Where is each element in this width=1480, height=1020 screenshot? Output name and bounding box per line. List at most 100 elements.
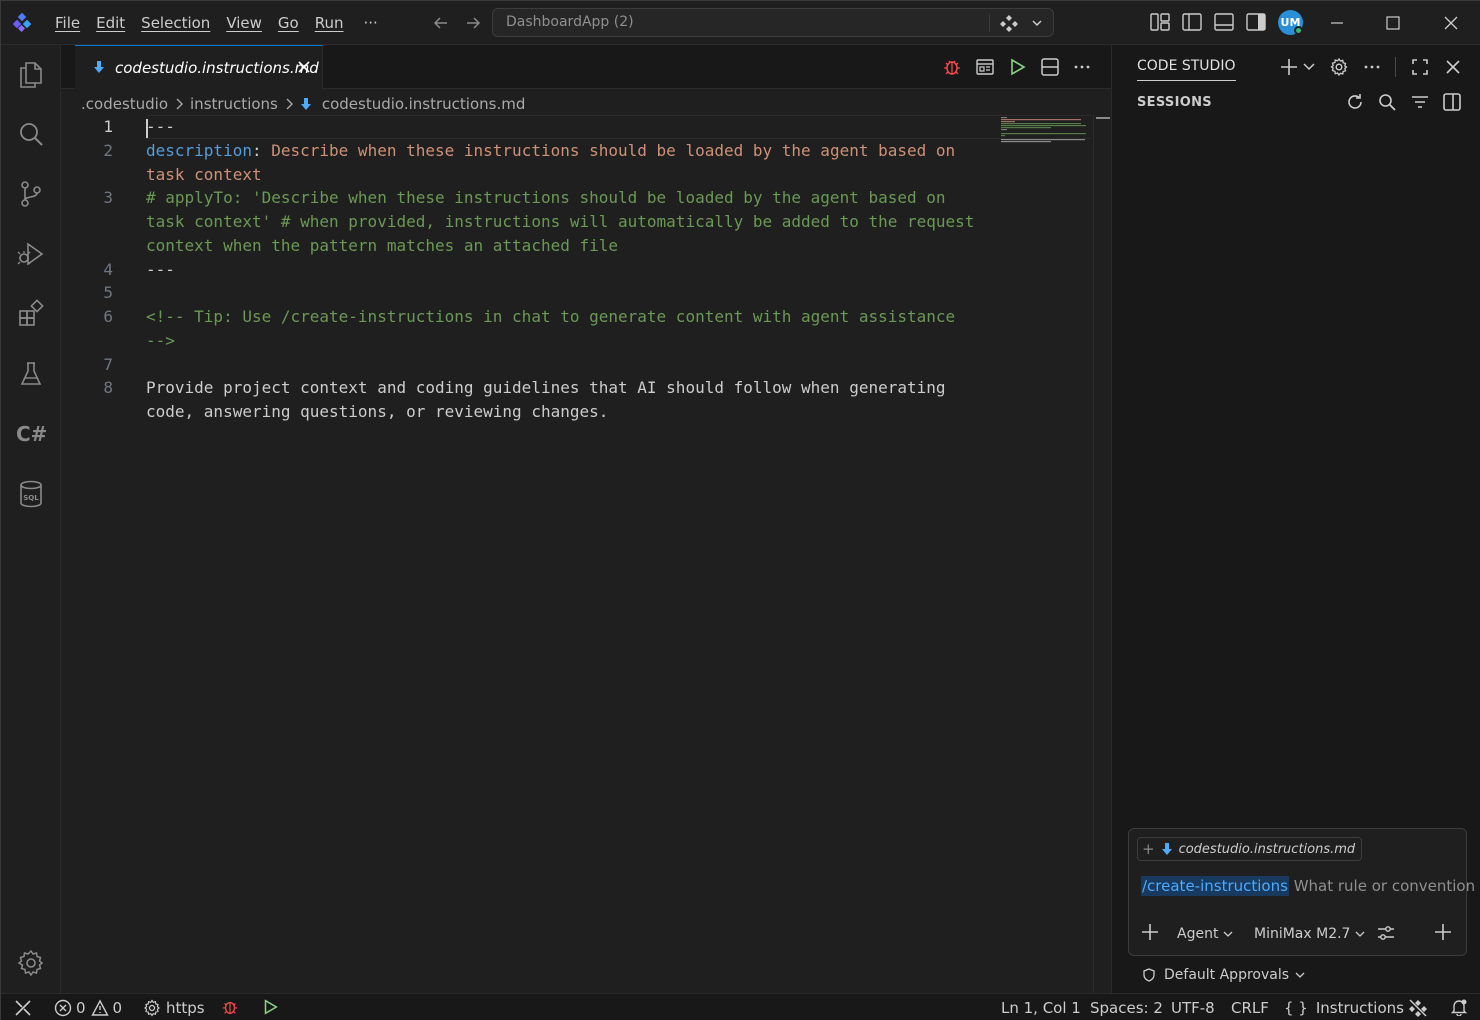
new-chat-plus-icon[interactable] bbox=[1434, 923, 1452, 941]
panel-toolbar-divider bbox=[1395, 57, 1396, 77]
notifications-bell-icon[interactable] bbox=[1450, 998, 1468, 1016]
chat-input[interactable]: /create-instructions What rule or conven… bbox=[1141, 876, 1475, 896]
approvals-label: Default Approvals bbox=[1164, 967, 1290, 983]
activity-bar: C# SQL bbox=[1, 45, 61, 993]
testing-flask-icon[interactable] bbox=[16, 359, 46, 389]
menu-selection[interactable]: Selection bbox=[133, 8, 218, 38]
menu-edit[interactable]: Edit bbox=[88, 8, 133, 38]
panel-more-icon[interactable] bbox=[1362, 57, 1382, 77]
search-icon[interactable] bbox=[16, 119, 46, 149]
toggle-primary-sidebar-icon[interactable] bbox=[1181, 11, 1203, 33]
more-actions-icon[interactable] bbox=[1072, 57, 1092, 77]
close-window-icon[interactable] bbox=[1441, 13, 1461, 33]
panel-settings-gear-icon[interactable] bbox=[1329, 57, 1349, 77]
menu-view[interactable]: View bbox=[218, 8, 270, 38]
toggle-secondary-sidebar-icon[interactable] bbox=[1245, 11, 1267, 33]
error-count: 0 bbox=[76, 999, 86, 1017]
remote-https[interactable]: https bbox=[143, 999, 205, 1017]
remote-indicator-icon[interactable] bbox=[13, 999, 33, 1017]
open-preview-icon[interactable] bbox=[975, 57, 995, 77]
problems-indicator[interactable]: 0 0 bbox=[54, 999, 122, 1017]
back-arrow-icon[interactable] bbox=[431, 13, 451, 33]
chevron-down-icon bbox=[1356, 931, 1365, 937]
csharp-icon[interactable]: C# bbox=[16, 422, 47, 446]
menu-go[interactable]: Go bbox=[270, 8, 307, 38]
menu-more-button[interactable]: ··· bbox=[352, 14, 390, 32]
chat-input-box[interactable]: + codestudio.instructions.md /create-ins… bbox=[1128, 828, 1475, 956]
refresh-icon[interactable] bbox=[1345, 92, 1365, 112]
model-picker[interactable]: MiniMax M2.7 bbox=[1254, 926, 1365, 942]
indentation[interactable]: Spaces: 2 bbox=[1090, 999, 1163, 1017]
copilot-icon[interactable] bbox=[999, 13, 1019, 33]
language-mode[interactable]: { } Instructions bbox=[1284, 999, 1404, 1017]
yaml-key: description bbox=[146, 141, 252, 160]
explorer-icon[interactable] bbox=[16, 59, 46, 89]
tab-codestudio-instructions[interactable]: codestudio.instructions.md bbox=[75, 45, 323, 89]
chevron-down-icon[interactable] bbox=[1031, 17, 1043, 29]
sql-database-icon[interactable]: SQL bbox=[16, 479, 46, 509]
close-panel-icon[interactable] bbox=[1443, 57, 1463, 77]
run-and-debug-icon[interactable] bbox=[16, 239, 46, 269]
editor-area: codestudio.instructions.md .codestudio i… bbox=[61, 45, 1111, 993]
language-label: Instructions bbox=[1315, 999, 1404, 1017]
configure-tools-icon[interactable] bbox=[1377, 924, 1395, 942]
line-number: 8 bbox=[103, 378, 113, 397]
line-text: --> bbox=[146, 331, 175, 350]
editor-scrollbar-track[interactable] bbox=[1093, 115, 1094, 993]
markdown-file-icon bbox=[300, 98, 311, 110]
toggle-panel-icon[interactable] bbox=[1213, 11, 1235, 33]
agent-mode-picker[interactable]: Agent bbox=[1177, 926, 1233, 942]
chevron-right-icon bbox=[176, 98, 184, 110]
breadcrumb-item[interactable]: instructions bbox=[190, 95, 278, 113]
panel-title[interactable]: CODE STUDIO bbox=[1137, 58, 1236, 81]
menu-run[interactable]: Run bbox=[307, 8, 352, 38]
copilot-status-icon[interactable] bbox=[1408, 998, 1428, 1018]
menu-bar: File Edit Selection View Go Run ··· bbox=[47, 1, 390, 45]
status-bar: 0 0 https Ln 1, Col 1 Spaces: 2 UTF-8 CR… bbox=[1, 993, 1480, 1020]
settings-gear-icon[interactable] bbox=[16, 948, 46, 978]
source-control-icon[interactable] bbox=[16, 179, 46, 209]
menu-file[interactable]: File bbox=[47, 8, 88, 38]
line-text: --- bbox=[146, 260, 175, 279]
remote-label: https bbox=[166, 999, 205, 1017]
chevron-down-icon[interactable] bbox=[1302, 59, 1316, 73]
minimap[interactable] bbox=[1001, 117, 1091, 157]
close-tab-icon[interactable] bbox=[297, 60, 311, 74]
scrollbar-cursor-mark bbox=[1096, 117, 1110, 119]
end-of-line[interactable]: CRLF bbox=[1231, 999, 1269, 1017]
chevron-right-icon bbox=[286, 98, 293, 110]
cursor-position[interactable]: Ln 1, Col 1 bbox=[1001, 999, 1081, 1017]
tab-label: codestudio.instructions.md bbox=[115, 59, 319, 77]
toggle-sessions-layout-icon[interactable] bbox=[1442, 92, 1462, 112]
title-bar: File Edit Selection View Go Run ··· Dash… bbox=[1, 1, 1480, 45]
line-text: context when the pattern matches an atta… bbox=[146, 236, 619, 255]
forward-arrow-icon[interactable] bbox=[463, 13, 483, 33]
maximize-panel-icon[interactable] bbox=[1410, 57, 1430, 77]
run-play-icon[interactable] bbox=[1007, 57, 1027, 77]
code-studio-panel: CODE STUDIO SESSIONS + codestudio.instru… bbox=[1111, 45, 1480, 993]
search-sessions-icon[interactable] bbox=[1377, 92, 1397, 112]
account-status-dot bbox=[1294, 26, 1303, 35]
line-number: 1 bbox=[103, 117, 113, 136]
minimize-icon[interactable] bbox=[1327, 13, 1347, 33]
add-attachment-plus-icon[interactable] bbox=[1141, 923, 1159, 941]
filter-icon[interactable] bbox=[1410, 92, 1430, 112]
breadcrumb-item[interactable]: .codestudio bbox=[81, 95, 168, 113]
extensions-icon[interactable] bbox=[16, 299, 46, 329]
markdown-file-icon bbox=[1161, 843, 1172, 855]
breadcrumb: .codestudio instructions codestudio.inst… bbox=[81, 93, 525, 115]
command-center[interactable]: DashboardApp (2) bbox=[492, 8, 1054, 37]
breadcrumb-item[interactable]: codestudio.instructions.md bbox=[322, 95, 526, 113]
context-attachment-chip[interactable]: + codestudio.instructions.md bbox=[1137, 837, 1363, 861]
debug-bug-icon[interactable] bbox=[942, 57, 962, 77]
add-context-plus-icon[interactable]: + bbox=[1142, 840, 1155, 858]
customize-layout-icon[interactable] bbox=[1149, 11, 1171, 33]
maximize-icon[interactable] bbox=[1383, 13, 1403, 33]
run-play-icon[interactable] bbox=[261, 998, 279, 1016]
debug-bug-icon[interactable] bbox=[221, 998, 239, 1016]
warning-count: 0 bbox=[112, 999, 123, 1017]
new-session-plus-icon[interactable] bbox=[1279, 57, 1299, 77]
split-editor-icon[interactable] bbox=[1040, 57, 1060, 77]
default-approvals-picker[interactable]: Default Approvals bbox=[1142, 967, 1305, 983]
encoding[interactable]: UTF-8 bbox=[1171, 999, 1215, 1017]
